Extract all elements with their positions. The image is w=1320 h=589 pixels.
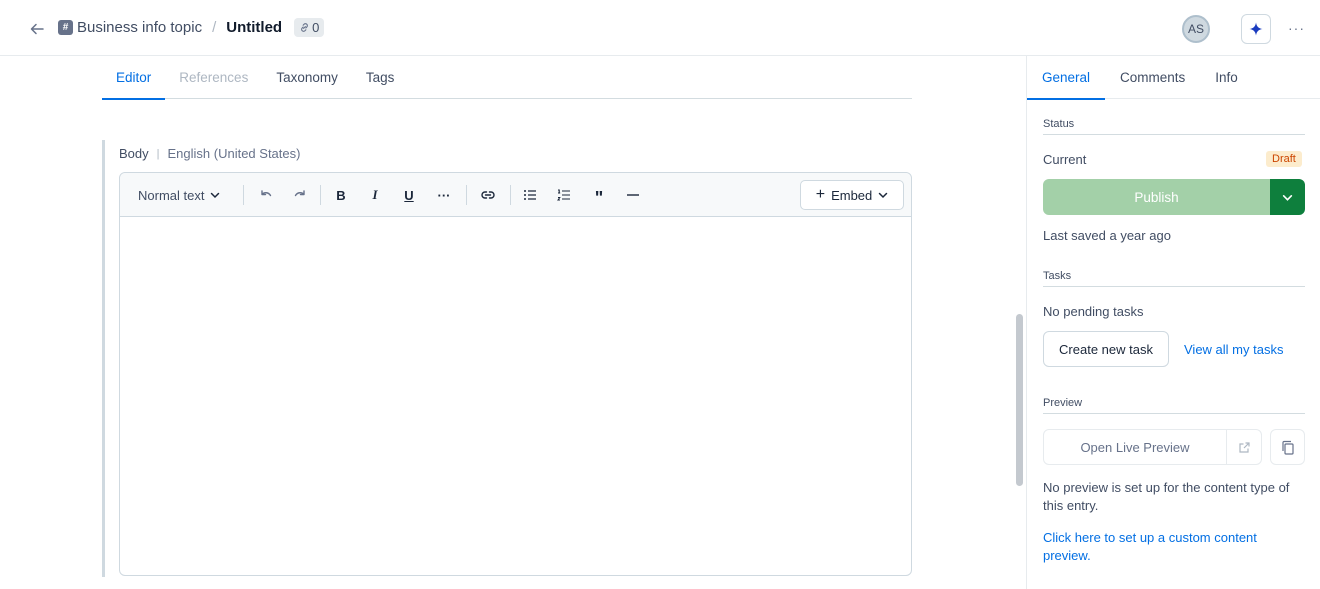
toolbar-divider	[466, 185, 467, 205]
embed-label: Embed	[831, 187, 873, 203]
external-link-icon[interactable]	[1226, 429, 1262, 465]
tab-references[interactable]: References	[165, 56, 262, 99]
editor-tabs: Editor References Taxonomy Tags	[102, 56, 912, 100]
content-type-name[interactable]: Business info topic	[77, 19, 202, 36]
tab-taxonomy[interactable]: Taxonomy	[262, 56, 352, 99]
bold-icon[interactable]: B	[329, 183, 353, 207]
references-count: 0	[312, 20, 320, 35]
sidebar-tabs: General Comments Info	[1027, 56, 1320, 100]
copy-icon[interactable]	[1270, 429, 1305, 465]
underline-icon[interactable]: U	[397, 183, 421, 207]
publish-options-button[interactable]	[1270, 179, 1305, 215]
last-saved-text: Last saved a year ago	[1043, 228, 1171, 243]
editor-toolbar: Normal text B I U ··· " + Embed	[120, 173, 911, 217]
tab-editor[interactable]: Editor	[102, 56, 166, 100]
text-style-dropdown[interactable]: Normal text	[138, 183, 220, 207]
publish-button[interactable]: Publish	[1043, 179, 1270, 215]
field-locale: English (United States)	[167, 146, 301, 161]
setup-preview-link[interactable]: Click here to set up a custom content pr…	[1043, 529, 1305, 565]
hashtag-icon: #	[58, 20, 73, 35]
numbered-list-icon[interactable]	[552, 183, 576, 207]
preview-note: No preview is set up for the content typ…	[1043, 480, 1290, 513]
tab-comments[interactable]: Comments	[1105, 56, 1200, 99]
toolbar-divider	[320, 185, 321, 205]
back-arrow-icon[interactable]	[26, 18, 48, 40]
bulleted-list-icon[interactable]	[518, 183, 542, 207]
no-tasks-text: No pending tasks	[1043, 304, 1144, 319]
toolbar-divider	[510, 185, 511, 205]
more-formatting-icon[interactable]: ···	[432, 183, 456, 207]
editor-content-area[interactable]	[120, 217, 911, 575]
undo-icon[interactable]	[254, 183, 278, 207]
entry-title: Untitled	[226, 19, 283, 36]
toolbar-divider	[243, 185, 244, 205]
sparkle-icon	[1249, 22, 1263, 36]
status-heading: Status	[1043, 118, 1305, 135]
references-badge[interactable]: 0	[294, 18, 325, 37]
field-label-divider: |	[156, 147, 160, 160]
field-label: Body | English (United States)	[119, 146, 300, 161]
preview-heading: Preview	[1043, 397, 1305, 414]
more-options-icon[interactable]: ···	[1288, 20, 1305, 36]
tab-info[interactable]: Info	[1200, 56, 1253, 99]
top-bar: # Business info topic / Untitled 0 AS ··…	[0, 0, 1320, 56]
tab-tags[interactable]: Tags	[352, 56, 409, 99]
breadcrumb: # Business info topic / Untitled 0	[58, 18, 325, 37]
link-icon	[301, 23, 308, 32]
editor-area: Editor References Taxonomy Tags Body | E…	[0, 56, 1023, 589]
current-label: Current	[1043, 152, 1087, 167]
italic-icon[interactable]: I	[363, 183, 387, 207]
scrollbar[interactable]	[1016, 314, 1023, 486]
chevron-down-icon	[211, 192, 220, 199]
status-badge: Draft	[1266, 151, 1302, 167]
open-live-preview-button[interactable]: Open Live Preview	[1043, 429, 1227, 465]
ai-sparkle-button[interactable]	[1241, 14, 1271, 44]
sidebar: General Comments Info Status Current Dra…	[1026, 56, 1320, 589]
tasks-heading: Tasks	[1043, 270, 1305, 287]
quote-icon[interactable]: "	[587, 183, 611, 208]
view-all-tasks-link[interactable]: View all my tasks	[1184, 342, 1283, 357]
embed-button[interactable]: + Embed	[800, 180, 904, 210]
breadcrumb-separator: /	[212, 19, 217, 36]
chevron-down-icon	[1282, 194, 1293, 201]
horizontal-rule-icon[interactable]	[621, 183, 645, 207]
hyperlink-icon[interactable]	[476, 183, 500, 207]
field-name: Body	[119, 146, 149, 161]
redo-icon[interactable]	[288, 183, 312, 207]
avatar[interactable]: AS	[1182, 15, 1210, 43]
plus-icon: +	[815, 186, 826, 203]
create-task-button[interactable]: Create new task	[1043, 331, 1169, 367]
field-focus-bar	[102, 140, 105, 577]
rich-text-editor: Normal text B I U ··· " + Embed	[119, 172, 912, 576]
chevron-down-icon	[879, 192, 888, 199]
text-style-label: Normal text	[138, 187, 205, 203]
tab-general[interactable]: General	[1027, 56, 1106, 100]
